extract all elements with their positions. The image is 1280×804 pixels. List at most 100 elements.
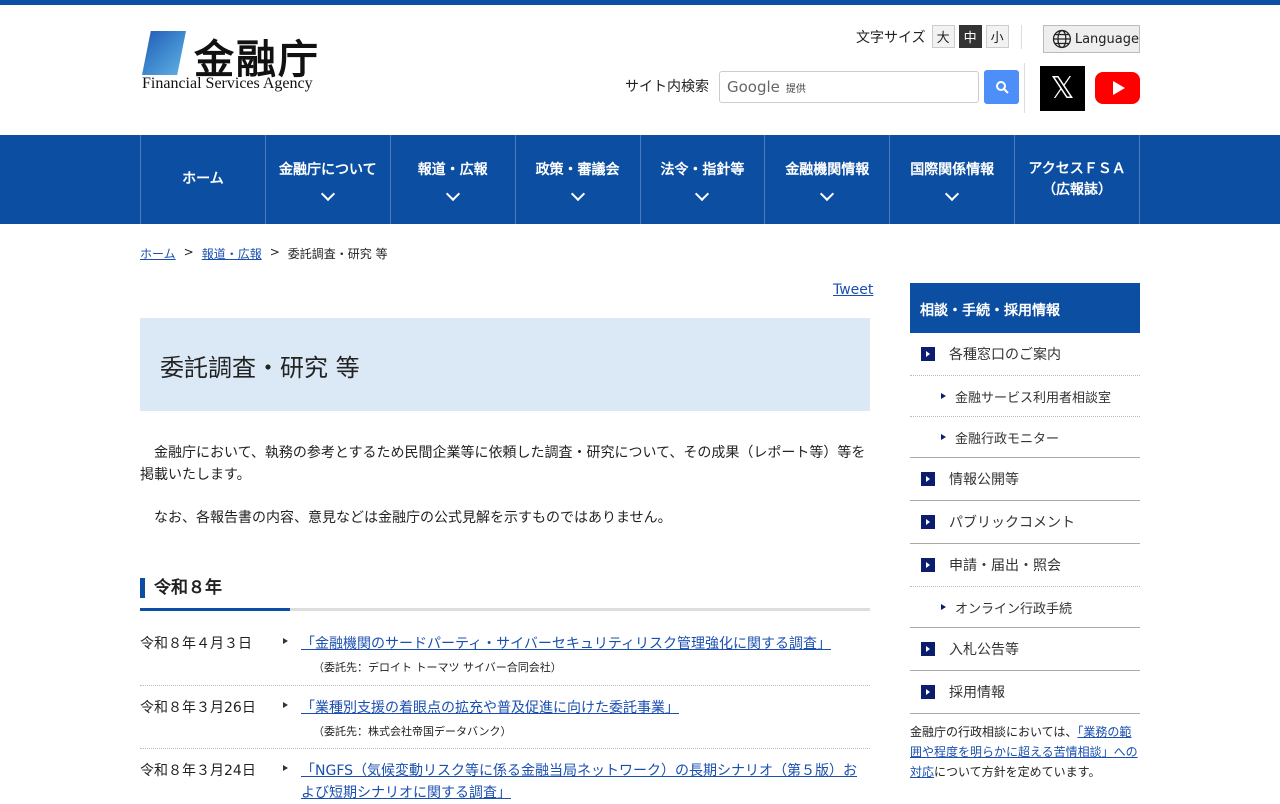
- sidebar-label: 採用情報: [949, 685, 1005, 701]
- search-button[interactable]: [984, 70, 1019, 104]
- nav-label: アクセスＦＳＡ: [1028, 160, 1126, 177]
- breadcrumb-current: 委託調査・研究 等: [287, 247, 388, 261]
- sidebar-sub-monitor[interactable]: 金融行政モニター: [910, 417, 1140, 458]
- sidebar-sub-consultation[interactable]: 金融サービス利用者相談室: [910, 376, 1140, 417]
- disclaimer-text: なお、各報告書の内容、意見などは金融庁の公式見解を示すものではありません。: [140, 510, 672, 526]
- nav-label: 国際関係情報: [910, 162, 995, 178]
- divider: [140, 748, 870, 749]
- sidebar-label: 情報公開等: [949, 472, 1019, 488]
- breadcrumb-press[interactable]: 報道・広報: [202, 245, 262, 262]
- item-link[interactable]: 「業種別支援の着眼点の拡充や普及促進に向けた委託事業」: [301, 697, 861, 719]
- sidebar: 相談・手続・採用情報 各種窓口のご案内 金融サービス利用者相談室 金融行政モニタ…: [910, 283, 1140, 782]
- font-size-switcher: 文字サイズ 大 中 小: [856, 25, 1009, 48]
- nav-home[interactable]: ホーム: [141, 135, 266, 224]
- arrow-icon: [941, 393, 946, 399]
- tweet-link[interactable]: Tweet: [833, 282, 873, 298]
- chevron-down-icon: [570, 186, 585, 202]
- search-icon: [995, 81, 1009, 94]
- language-button[interactable]: Language: [1043, 25, 1140, 53]
- item-date: 令和８年３月24日: [140, 763, 256, 779]
- provided-label: 提供: [785, 83, 806, 95]
- note-text: について方針を定めています。: [934, 765, 1101, 779]
- font-size-medium[interactable]: 中: [958, 25, 982, 48]
- item-contractor: （委託先：株式会社帝国データバンク）: [313, 725, 512, 738]
- chevron-down-icon: [695, 186, 710, 202]
- global-nav: ホーム 金融庁について 報道・広報 政策・審議会 法令・指針等 金融機関情報 国…: [0, 135, 1280, 224]
- sidebar-label: パブリックコメント: [949, 515, 1075, 531]
- font-size-label: 文字サイズ: [856, 29, 926, 46]
- arrow-box-icon: [921, 472, 935, 486]
- arrow-icon: [941, 434, 946, 440]
- item-date: 令和８年３月26日: [140, 700, 256, 716]
- nav-policy[interactable]: 政策・審議会: [516, 135, 641, 224]
- arrow-icon: [283, 638, 288, 644]
- sidebar-item-bidding[interactable]: 入札公告等: [910, 628, 1140, 671]
- sidebar-note: 金融庁の行政相談においては、「業務の範囲や程度を明らかに超える苦情相談」への対応…: [910, 722, 1140, 782]
- language-label: Language: [1074, 31, 1139, 47]
- nav-label: 政策・審議会: [535, 162, 620, 178]
- breadcrumb-sep: >: [269, 245, 280, 259]
- breadcrumb: ホーム > 報道・広報 > 委託調査・研究 等: [140, 245, 388, 262]
- search-input[interactable]: Google 提供: [719, 71, 979, 103]
- chevron-down-icon: [320, 186, 335, 202]
- fsa-logo[interactable]: 金融庁 Financial Services Agency: [142, 27, 342, 97]
- sidebar-label: 各種窓口のご案内: [949, 347, 1061, 363]
- nav-access-fsa[interactable]: アクセスＦＳＡ （広報誌）: [1015, 135, 1140, 224]
- arrow-box-icon: [921, 347, 935, 361]
- nav-institutions[interactable]: 金融機関情報: [765, 135, 891, 224]
- arrow-box-icon: [921, 558, 935, 572]
- nav-label: 金融庁について: [279, 162, 377, 178]
- page-title: 委託調査・研究 等: [140, 318, 870, 411]
- sidebar-header: 相談・手続・採用情報: [910, 283, 1140, 333]
- nav-international[interactable]: 国際関係情報: [890, 135, 1016, 224]
- logo-english: Financial Services Agency: [142, 75, 313, 92]
- search-label: サイト内検索: [625, 79, 709, 95]
- logo-mark-icon: [142, 31, 186, 75]
- x-twitter-icon[interactable]: 𝕏: [1040, 66, 1085, 111]
- arrow-icon: [283, 765, 288, 771]
- globe-icon: [1052, 29, 1072, 49]
- nav-about[interactable]: 金融庁について: [266, 135, 391, 224]
- sidebar-item-public-comment[interactable]: パブリックコメント: [910, 501, 1140, 544]
- nav-press[interactable]: 報道・広報: [391, 135, 516, 224]
- nav-label: 金融機関情報: [785, 162, 870, 178]
- note-text: 金融庁の行政相談においては、: [910, 725, 1078, 739]
- google-label: Google: [727, 78, 780, 96]
- sidebar-label: 申請・届出・照会: [949, 558, 1061, 574]
- divider: [140, 685, 870, 686]
- nav-laws[interactable]: 法令・指針等: [641, 135, 766, 224]
- item-contractor: （委託先：デロイト トーマツ サイバー合同会社）: [313, 661, 562, 674]
- sidebar-item-applications[interactable]: 申請・届出・照会: [910, 544, 1140, 587]
- section-heading: 令和８年: [140, 578, 222, 598]
- breadcrumb-home[interactable]: ホーム: [140, 245, 176, 262]
- nav-label: 法令・指針等: [660, 162, 745, 178]
- item-link[interactable]: 「NGFS（気候変動リスク等に係る金融当局ネットワーク）の長期シナリオ（第５版）…: [301, 760, 861, 804]
- section-underline: [140, 608, 870, 611]
- divider: [1024, 63, 1025, 113]
- nav-sublabel: （広報誌）: [1042, 181, 1113, 198]
- nav-label: ホーム: [182, 171, 224, 187]
- sidebar-label: 金融サービス利用者相談室: [955, 390, 1112, 406]
- arrow-box-icon: [921, 685, 935, 699]
- intro-text: 金融庁において、執務の参考とするため民間企業等に依頼した調査・研究について、その…: [140, 445, 866, 483]
- nav-label: 報道・広報: [417, 162, 488, 178]
- item-link[interactable]: 「金融機関のサードパーティ・サイバーセキュリティリスク管理強化に関する調査」: [301, 633, 861, 655]
- chevron-down-icon: [820, 186, 835, 202]
- sidebar-item-recruit[interactable]: 採用情報: [910, 671, 1140, 714]
- sidebar-item-contact[interactable]: 各種窓口のご案内: [910, 333, 1140, 376]
- sidebar-label: オンライン行政手続: [955, 601, 1073, 617]
- font-size-small[interactable]: 小: [985, 25, 1009, 48]
- chevron-down-icon: [445, 186, 460, 202]
- sidebar-label: 金融行政モニター: [955, 431, 1060, 447]
- arrow-icon: [283, 702, 288, 708]
- header: 金融庁 Financial Services Agency 文字サイズ 大 中 …: [0, 5, 1280, 135]
- youtube-icon[interactable]: [1095, 72, 1140, 104]
- sidebar-item-disclosure[interactable]: 情報公開等: [910, 458, 1140, 501]
- font-size-large[interactable]: 大: [931, 25, 955, 48]
- sidebar-label: 入札公告等: [949, 642, 1019, 658]
- arrow-box-icon: [921, 642, 935, 656]
- chevron-down-icon: [945, 186, 960, 202]
- arrow-icon: [941, 604, 946, 610]
- item-date: 令和８年４月３日: [140, 636, 252, 652]
- sidebar-sub-online[interactable]: オンライン行政手続: [910, 587, 1140, 628]
